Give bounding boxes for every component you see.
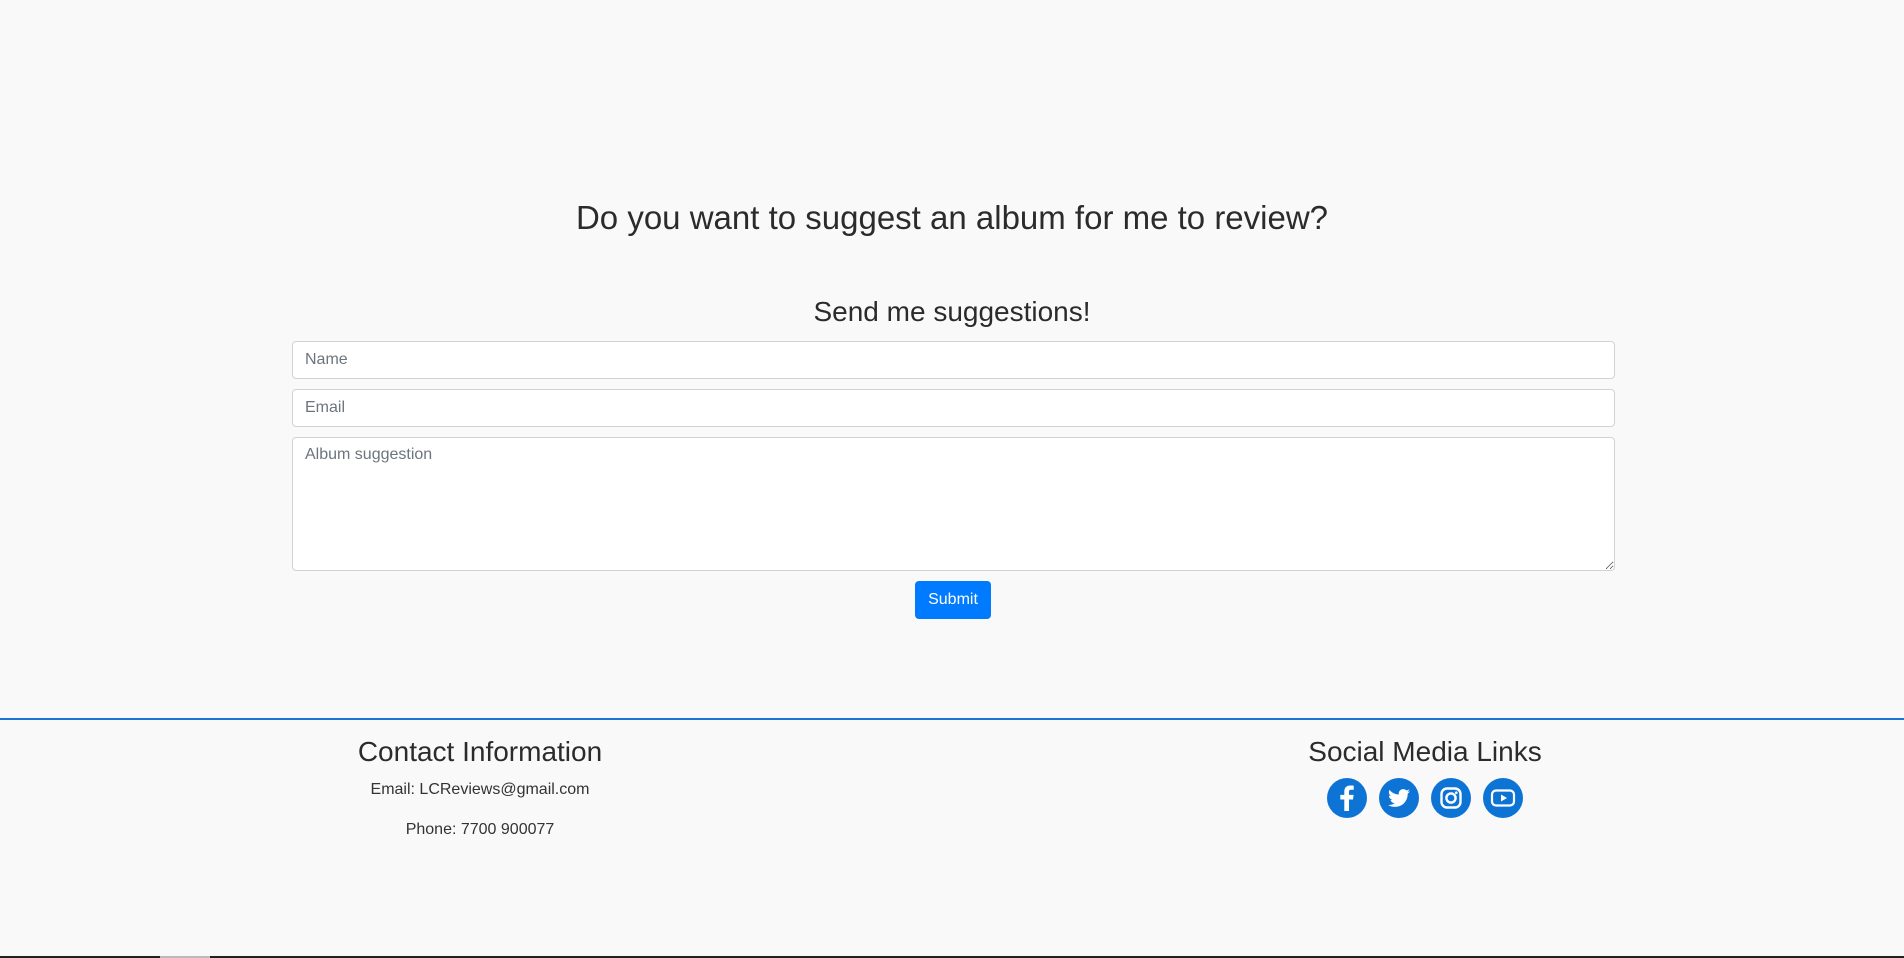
album-suggestion-textarea[interactable]	[292, 437, 1615, 571]
social-section: Social Media Links	[1225, 734, 1625, 818]
social-icons	[1225, 778, 1625, 818]
youtube-glyph	[1490, 789, 1516, 807]
page-heading: Do you want to suggest an album for me t…	[575, 199, 1329, 236]
contact-section: Contact Information Email: LCReviews@gma…	[280, 734, 680, 840]
social-heading: Social Media Links	[1308, 736, 1542, 767]
facebook-glyph	[1340, 785, 1354, 811]
page: Do you want to suggest an album for me t…	[0, 0, 1904, 958]
contact-phone: Phone: 7700 900077	[405, 821, 555, 838]
instagram-icon[interactable]	[1431, 778, 1471, 818]
contact-heading: Contact Information	[357, 736, 603, 767]
twitter-icon[interactable]	[1379, 778, 1419, 818]
footer: Contact Information Email: LCReviews@gma…	[0, 718, 1904, 958]
email-input[interactable]	[292, 389, 1615, 427]
contact-email: Email: LCReviews@gmail.com	[370, 781, 590, 798]
submit-button[interactable]: Submit	[915, 581, 991, 619]
name-input[interactable]	[292, 341, 1615, 379]
instagram-glyph	[1440, 787, 1462, 809]
form-title: Send me suggestions!	[813, 296, 1091, 327]
twitter-glyph	[1388, 789, 1410, 807]
youtube-icon[interactable]	[1483, 778, 1523, 818]
facebook-icon[interactable]	[1327, 778, 1367, 818]
